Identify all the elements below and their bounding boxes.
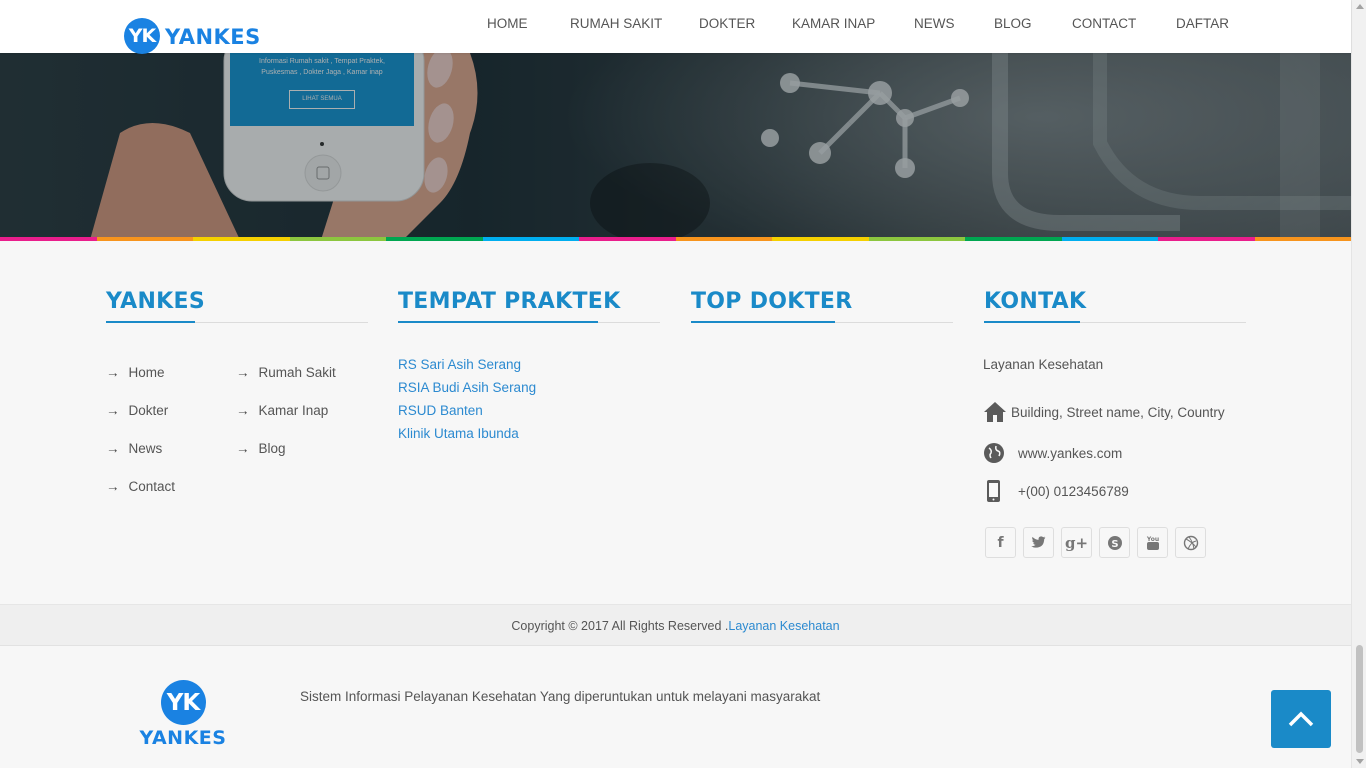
stripe-segment	[482, 237, 579, 241]
nav-news[interactable]: NEWS	[914, 16, 955, 31]
stripe-segment	[193, 237, 290, 241]
dribbble-icon[interactable]	[1175, 527, 1206, 558]
hero-banner: Informasi Rumah sakit , Tempat Praktek, …	[0, 53, 1351, 240]
kontak-phone: +(00) 0123456789	[983, 479, 1129, 503]
stripe-segment	[1254, 237, 1351, 241]
footer-link-contact[interactable]: → Contact	[106, 479, 175, 494]
heading-rule	[984, 321, 1246, 323]
google-plus-icon[interactable]: g+	[1061, 527, 1092, 558]
arrow-right-icon: →	[106, 365, 120, 380]
footer-top-dokter-title: TOP DOKTER	[691, 289, 853, 314]
youtube-icon[interactable]: You	[1137, 527, 1168, 558]
scroll-down-arrow-icon[interactable]	[1356, 759, 1364, 764]
stripe-segment	[289, 237, 386, 241]
chevron-up-icon	[1288, 711, 1314, 727]
kontak-subtitle: Layanan Kesehatan	[983, 357, 1104, 372]
nav-dokter[interactable]: DOKTER	[699, 16, 755, 31]
brand-logo[interactable]: YK YANKES	[124, 16, 261, 54]
nav-daftar[interactable]: DAFTAR	[1176, 16, 1229, 31]
footer-link-blog[interactable]: → Blog	[236, 441, 286, 456]
stripe-segment	[386, 237, 483, 241]
nav-contact[interactable]: CONTACT	[1072, 16, 1136, 31]
heading-rule	[106, 321, 368, 323]
praktek-link[interactable]: RSUD Banten	[398, 403, 483, 418]
footer-link-rumah-sakit[interactable]: → Rumah Sakit	[236, 365, 336, 380]
footer-link-dokter[interactable]: → Dokter	[106, 403, 168, 418]
skype-icon[interactable]: S	[1099, 527, 1130, 558]
scrollbar-thumb[interactable]	[1356, 645, 1363, 753]
footer-col-yankes: YANKES	[106, 289, 368, 323]
svg-text:S: S	[1111, 539, 1118, 550]
nav-blog[interactable]: BLOG	[994, 16, 1032, 31]
arrow-right-icon: →	[106, 479, 120, 494]
globe-icon	[984, 443, 1004, 463]
scroll-to-top-button[interactable]	[1271, 690, 1331, 748]
arrow-right-icon: →	[236, 365, 250, 380]
bottom-logo-text: YANKES	[139, 727, 227, 749]
hero-overlay	[0, 53, 1351, 240]
kontak-website[interactable]: www.yankes.com	[983, 442, 1122, 464]
heading-rule	[398, 321, 660, 323]
stripe-segment	[0, 237, 97, 241]
logo-text: YANKES	[165, 25, 261, 49]
copyright-link[interactable]: Layanan Kesehatan	[728, 619, 839, 633]
praktek-link[interactable]: RSIA Budi Asih Serang	[398, 380, 536, 395]
color-stripe	[0, 237, 1351, 241]
footer-col-top-dokter: TOP DOKTER	[691, 289, 953, 323]
footer-col-kontak: KONTAK	[984, 289, 1246, 323]
arrow-right-icon: →	[236, 441, 250, 456]
footer-link-news[interactable]: → News	[106, 441, 162, 456]
arrow-right-icon: →	[236, 403, 250, 418]
arrow-right-icon: →	[106, 441, 120, 456]
nav-kamar-inap[interactable]: KAMAR INAP	[792, 16, 875, 31]
page: Informasi Rumah sakit , Tempat Praktek, …	[0, 0, 1351, 768]
nav-home[interactable]: HOME	[487, 16, 528, 31]
praktek-link[interactable]: RS Sari Asih Serang	[398, 357, 521, 372]
footer-kontak-title: KONTAK	[984, 289, 1087, 314]
navbar: YK YANKES HOME RUMAH SAKIT DOKTER KAMAR …	[0, 0, 1351, 54]
social-links: f g+ S You	[985, 527, 1206, 558]
twitter-icon[interactable]	[1023, 527, 1054, 558]
copyright-text: Copyright © 2017 All Rights Reserved .	[511, 619, 729, 633]
svg-text:You: You	[1146, 536, 1159, 543]
arrow-right-icon: →	[106, 403, 120, 418]
heading-rule	[691, 321, 953, 323]
praktek-link[interactable]: Klinik Utama Ibunda	[398, 426, 519, 441]
bottom-logo[interactable]: YK YANKES	[138, 680, 228, 749]
kontak-address: Building, Street name, City, Country	[983, 401, 1225, 423]
stripe-segment	[772, 237, 869, 241]
home-icon	[984, 402, 1006, 422]
page-scrollbar[interactable]	[1351, 0, 1366, 768]
stripe-segment	[1061, 237, 1158, 241]
stripe-segment	[675, 237, 772, 241]
footer-praktek-title: TEMPAT PRAKTEK	[398, 289, 621, 314]
scroll-up-arrow-icon[interactable]	[1356, 4, 1364, 9]
footer-link-home[interactable]: → Home	[106, 365, 165, 380]
facebook-icon[interactable]: f	[985, 527, 1016, 558]
nav-rumah-sakit[interactable]: RUMAH SAKIT	[570, 16, 662, 31]
stripe-segment	[1158, 237, 1255, 241]
mobile-phone-icon	[987, 480, 1000, 502]
footer-col-praktek: TEMPAT PRAKTEK	[398, 289, 660, 323]
footer-link-kamar-inap[interactable]: → Kamar Inap	[236, 403, 328, 418]
stripe-segment	[96, 237, 193, 241]
footer-yankes-title: YANKES	[106, 289, 205, 314]
bottom-logo-badge: YK	[160, 680, 206, 725]
stripe-segment	[579, 237, 676, 241]
site-description: Sistem Informasi Pelayanan Kesehatan Yan…	[300, 689, 821, 704]
logo-badge: YK	[124, 18, 160, 54]
copyright-bar: Copyright © 2017 All Rights Reserved .La…	[0, 604, 1351, 646]
stripe-segment	[868, 237, 965, 241]
stripe-segment	[965, 237, 1062, 241]
